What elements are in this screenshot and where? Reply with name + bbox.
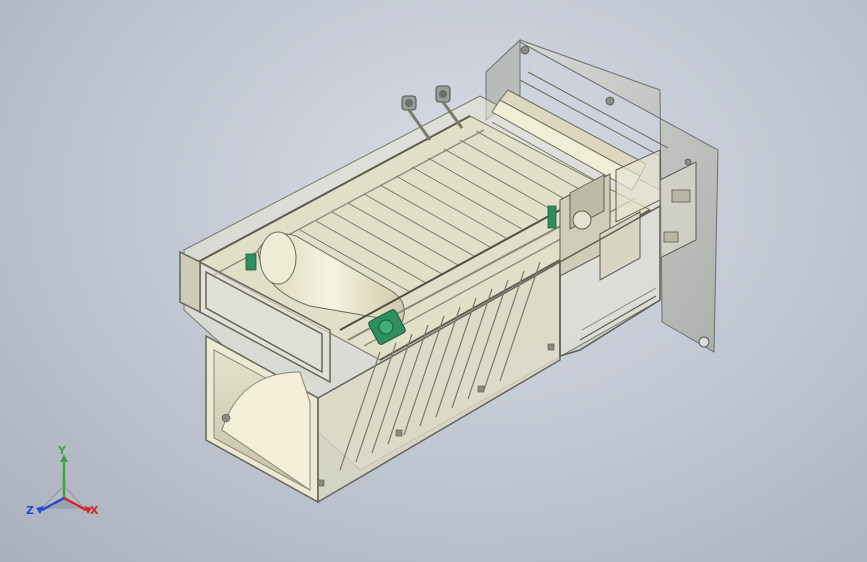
x-axis-label: X <box>90 504 99 517</box>
z-axis-label: Z <box>26 504 34 517</box>
cad-model-drawing[interactable] <box>0 0 867 562</box>
coordinate-triad: Y X Z <box>22 444 106 530</box>
3d-graphics-viewport[interactable] <box>0 0 867 562</box>
triad-graphic <box>36 454 92 514</box>
y-axis-label: Y <box>58 444 66 457</box>
